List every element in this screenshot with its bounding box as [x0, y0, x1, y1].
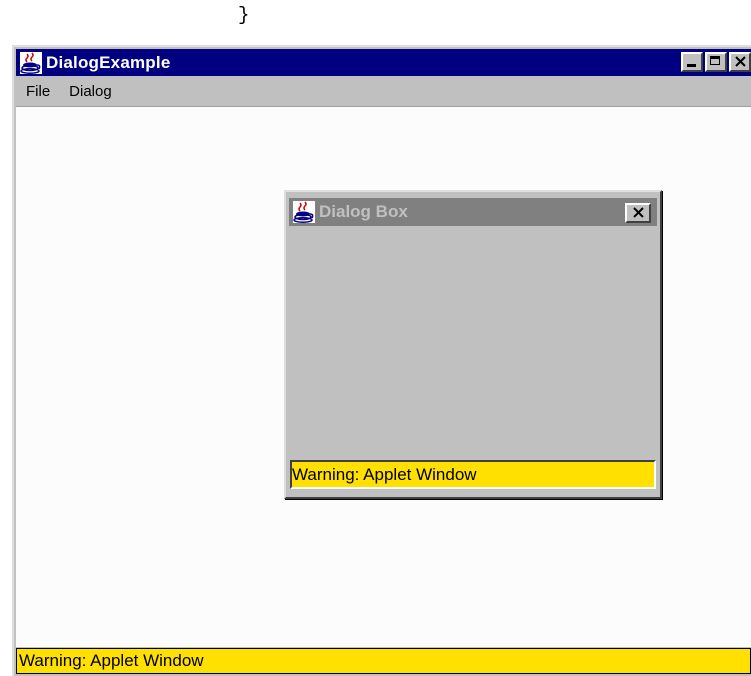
main-window-title: DialogExample	[46, 52, 171, 72]
menu-file[interactable]: File	[16, 83, 59, 100]
close-icon	[735, 56, 746, 67]
close-icon	[633, 207, 644, 218]
dialog-title: Dialog Box	[319, 202, 408, 221]
applet-warning-bar: Warning: Applet Window	[16, 648, 751, 674]
menu-dialog[interactable]: Dialog	[59, 83, 121, 100]
maximize-button[interactable]	[705, 52, 727, 72]
menu-bar: File Dialog	[16, 78, 751, 104]
minimize-button[interactable]	[681, 52, 703, 72]
main-title-bar[interactable]: DialogExample	[16, 49, 751, 76]
dialog-window: Dialog Box Warning: Applet Window	[284, 190, 662, 499]
dialog-close-button[interactable]	[625, 203, 651, 223]
window-controls	[679, 52, 751, 72]
dialog-title-bar[interactable]: Dialog Box	[289, 198, 657, 226]
java-coffee-cup-icon	[293, 201, 315, 223]
java-coffee-cup-icon	[20, 51, 42, 74]
close-button[interactable]	[729, 52, 751, 72]
dialog-applet-warning-bar: Warning: Applet Window	[290, 460, 656, 489]
code-closing-brace: }	[238, 4, 250, 26]
